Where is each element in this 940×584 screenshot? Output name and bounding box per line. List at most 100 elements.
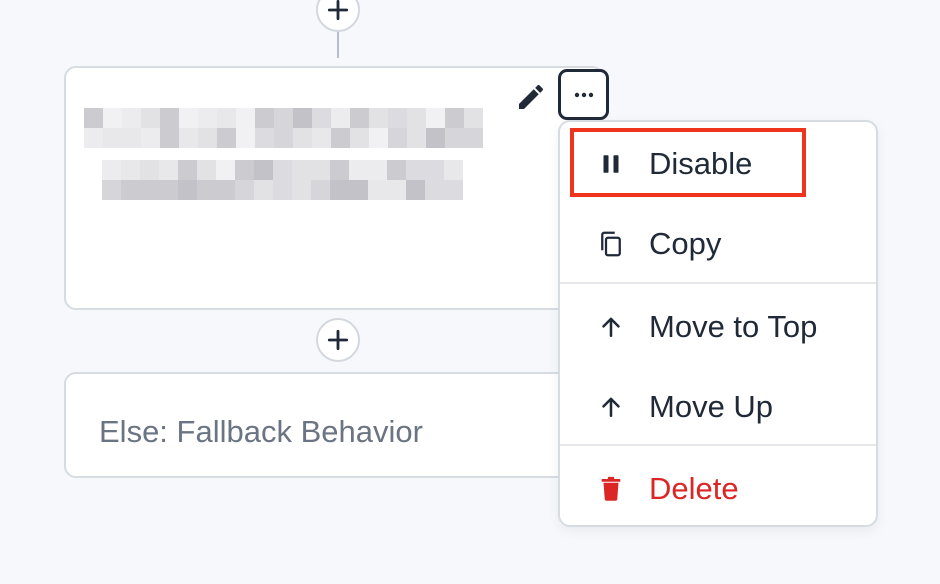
redacted-pixel [273, 160, 292, 180]
redacted-text-line [102, 180, 463, 200]
redacted-pixel [198, 108, 217, 128]
redacted-pixel [293, 128, 312, 148]
redacted-pixel [331, 108, 350, 128]
plus-icon [327, 329, 349, 351]
rule-actions-menu: Disable Copy Move to Top Move Up Delete [558, 120, 878, 527]
redacted-pixel [103, 128, 122, 148]
more-options-button[interactable] [558, 69, 609, 120]
menu-divider [560, 282, 876, 284]
redacted-pixel [311, 180, 330, 200]
pencil-icon [519, 84, 544, 109]
redacted-pixel [350, 128, 369, 148]
redacted-pixel [122, 108, 141, 128]
redacted-pixel [217, 108, 236, 128]
redacted-pixel [330, 180, 349, 200]
redacted-pixel [160, 128, 179, 148]
arrow-up-icon [595, 391, 627, 423]
redacted-pixel [255, 128, 274, 148]
redacted-pixel [369, 128, 388, 148]
redacted-pixel [102, 160, 121, 180]
redacted-pixel [387, 180, 406, 200]
else-fallback-label: Else: Fallback Behavior [99, 414, 423, 449]
else-fallback-card[interactable]: Else: Fallback Behavior [64, 372, 604, 478]
redacted-pixel [121, 160, 140, 180]
redacted-pixel [178, 160, 197, 180]
redacted-pixel [141, 128, 160, 148]
redacted-pixel [121, 180, 140, 200]
redacted-pixel [292, 180, 311, 200]
redacted-text-line [84, 108, 483, 128]
redacted-pixel [311, 160, 330, 180]
redacted-pixel [235, 180, 254, 200]
redacted-pixel [406, 180, 425, 200]
menu-item-label: Delete [649, 471, 739, 506]
menu-item-label: Copy [649, 226, 722, 261]
redacted-pixel [369, 108, 388, 128]
redacted-pixel [464, 128, 483, 148]
redacted-pixel [349, 180, 368, 200]
redacted-pixel [388, 108, 407, 128]
redacted-pixel [292, 160, 311, 180]
menu-item-copy[interactable]: Copy [560, 205, 876, 283]
menu-item-label: Disable [649, 146, 753, 181]
redacted-pixel [388, 128, 407, 148]
add-step-button-middle[interactable] [316, 318, 360, 362]
menu-item-label: Move Up [649, 389, 774, 424]
copy-icon [595, 228, 627, 260]
redacted-pixel [197, 180, 216, 200]
redacted-pixel [216, 180, 235, 200]
redacted-pixel [179, 128, 198, 148]
redacted-pixel [273, 180, 292, 200]
redacted-pixel [122, 128, 141, 148]
ellipsis-icon [574, 92, 593, 97]
redacted-pixel [426, 128, 445, 148]
redacted-pixel [350, 108, 369, 128]
redacted-pixel [102, 180, 121, 200]
redacted-pixel [236, 128, 255, 148]
redacted-pixel [178, 180, 197, 200]
edit-rule-button[interactable] [513, 79, 549, 115]
plus-icon [327, 0, 349, 21]
redacted-pixel [254, 180, 273, 200]
redacted-pixel [103, 108, 122, 128]
redacted-pixel [293, 108, 312, 128]
redacted-pixel [368, 180, 387, 200]
redacted-pixel [160, 108, 179, 128]
redacted-pixel [464, 108, 483, 128]
add-step-button-top[interactable] [316, 0, 360, 32]
redacted-pixel [445, 108, 464, 128]
redacted-pixel [197, 160, 216, 180]
redacted-pixel [140, 160, 159, 180]
arrow-up-icon [595, 311, 627, 343]
redacted-pixel [140, 180, 159, 200]
redacted-pixel [368, 160, 387, 180]
redacted-pixel [444, 160, 463, 180]
trash-icon [595, 473, 627, 505]
redacted-pixel [387, 160, 406, 180]
redacted-pixel [198, 128, 217, 148]
redacted-pixel [84, 128, 103, 148]
menu-item-move-up[interactable]: Move Up [560, 368, 876, 446]
redacted-pixel [141, 108, 160, 128]
redacted-pixel [406, 160, 425, 180]
redacted-pixel [425, 160, 444, 180]
redacted-pixel [407, 108, 426, 128]
redacted-pixel [444, 180, 463, 200]
flow-connector-line [337, 28, 339, 58]
redacted-pixel [407, 128, 426, 148]
redacted-pixel [236, 108, 255, 128]
redacted-pixel [445, 128, 464, 148]
redacted-pixel [159, 180, 178, 200]
redacted-pixel [331, 128, 350, 148]
redacted-pixel [179, 108, 198, 128]
menu-item-delete[interactable]: Delete [560, 450, 876, 528]
menu-item-disable[interactable]: Disable [560, 125, 876, 203]
menu-item-move-to-top[interactable]: Move to Top [560, 288, 876, 366]
menu-divider [560, 444, 876, 446]
redacted-pixel [274, 128, 293, 148]
redacted-pixel [159, 160, 178, 180]
redacted-pixel [274, 108, 293, 128]
redacted-pixel [425, 180, 444, 200]
redacted-pixel [254, 160, 273, 180]
menu-item-label: Move to Top [649, 309, 818, 344]
